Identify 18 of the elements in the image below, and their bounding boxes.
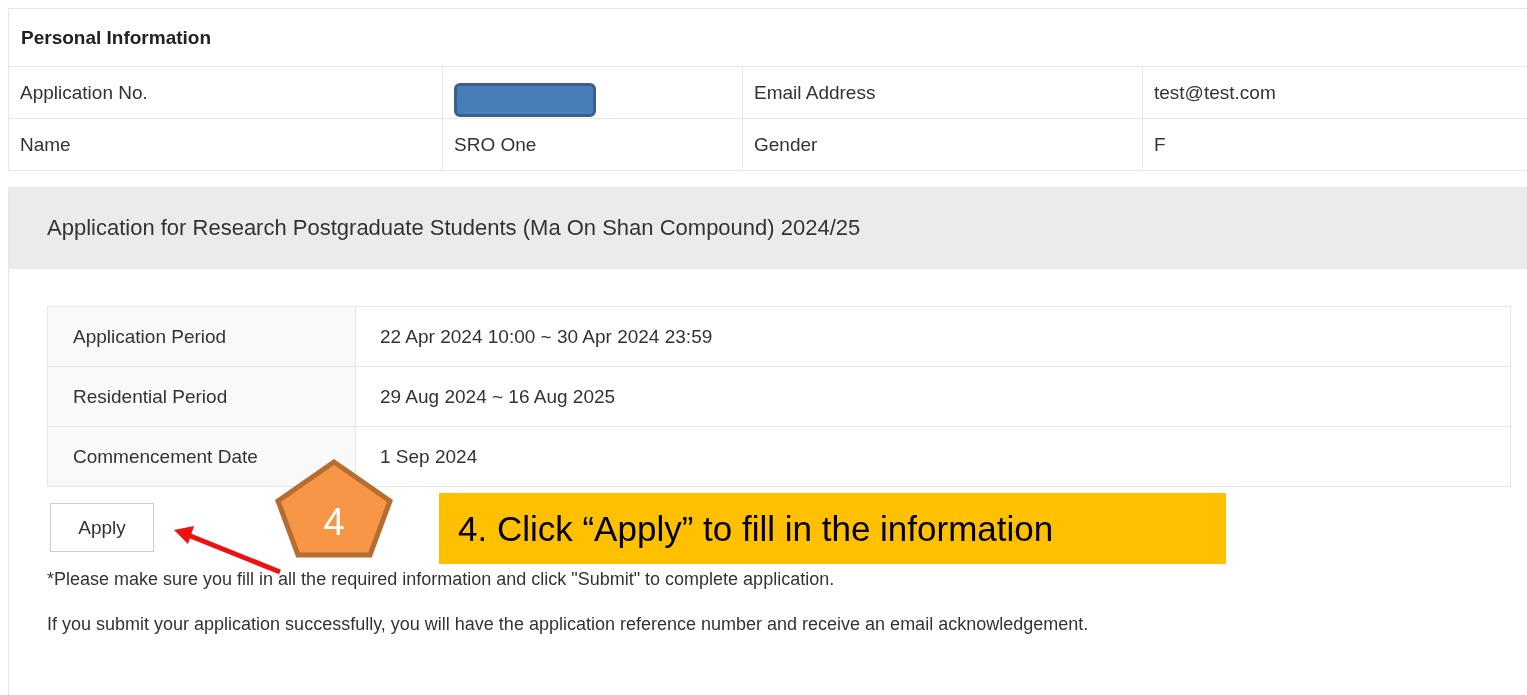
table-cell: Application Period <box>48 307 356 366</box>
table-cell-text: 22 Apr 2024 10:00 ~ 30 Apr 2024 23:59 <box>379 324 714 349</box>
table-cell: SRO One <box>442 119 742 170</box>
table-cell: Email Address <box>742 67 1142 118</box>
table-cell: test@test.com <box>1142 67 1527 118</box>
callout-text: 4. Click “Apply” to fill in the information <box>439 493 1226 564</box>
table-cell: F <box>1142 119 1527 170</box>
panel-title: Application for Research Postgraduate Students (Ma On Shan Compound) 2024/25 <box>9 187 1527 269</box>
section-title: Personal Information <box>9 9 1527 67</box>
apply-button[interactable]: Apply <box>50 503 154 552</box>
table-cell-text: 29 Aug 2024 ~ 16 Aug 2025 <box>379 384 617 409</box>
table-cell: Gender <box>742 119 1142 170</box>
table-cell: Commencement Date <box>48 427 356 486</box>
table-cell-text: Application No. <box>19 80 149 105</box>
info-text: If you submit your application successfully, you will have the application reference number and receive an email acknowledgement. <box>47 614 1090 635</box>
table-cell: Residential Period <box>48 367 356 426</box>
table-cell-text: Name <box>19 132 72 157</box>
note-text: *Please make sure you fill in all the required information and click "Submit" to complete application. <box>47 569 836 590</box>
